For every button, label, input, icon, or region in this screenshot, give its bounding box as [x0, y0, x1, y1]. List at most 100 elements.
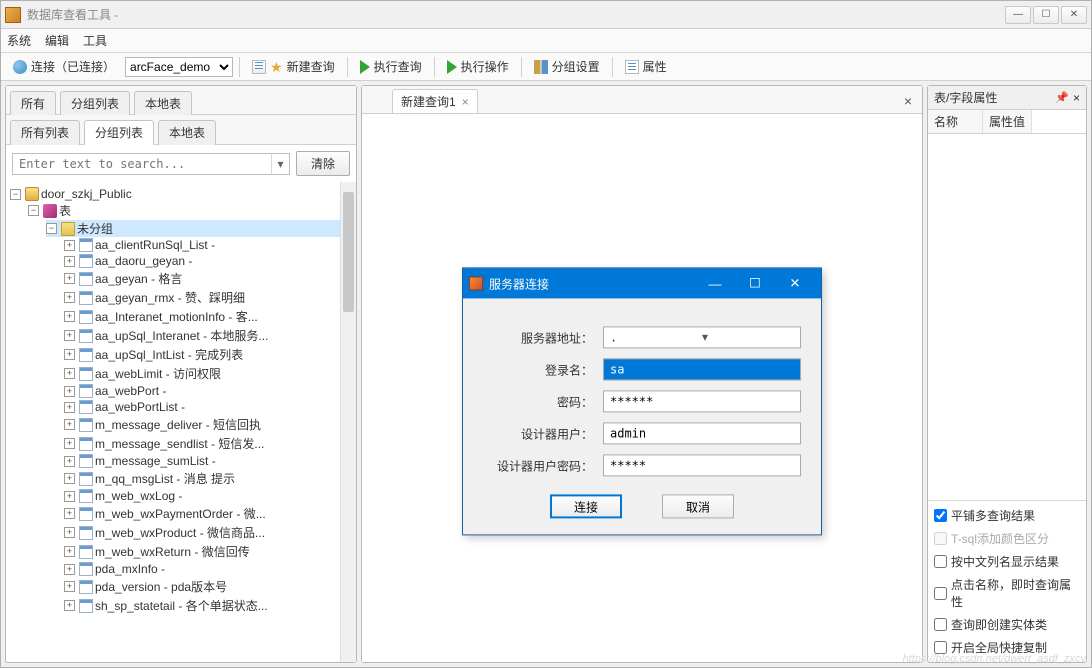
close-button[interactable]: ✕ — [1061, 6, 1087, 24]
menu-tools[interactable]: 工具 — [83, 32, 107, 49]
table-icon — [79, 291, 93, 305]
tree-table-item[interactable]: +aa_webLimit - 访问权限 — [64, 365, 356, 382]
tab-new-query-1[interactable]: 新建查询1 × — [392, 89, 478, 113]
option-checkbox[interactable]: 按中文列名显示结果 — [934, 553, 1080, 570]
tree-table-item[interactable]: +aa_geyan - 格言 — [64, 270, 356, 287]
server-address-combo[interactable]: . ▼ — [603, 326, 801, 348]
properties-icon — [625, 60, 639, 74]
table-icon — [79, 367, 93, 381]
tree-table-item[interactable]: +m_web_wxLog - — [64, 489, 356, 503]
maximize-button[interactable]: ☐ — [1033, 6, 1059, 24]
tree-table-item[interactable]: +pda_version - pda版本号 — [64, 578, 356, 595]
dialog-titlebar[interactable]: 服务器连接 — ☐ ✕ — [463, 268, 821, 298]
properties-button[interactable]: 属性 — [619, 56, 673, 77]
table-icon — [79, 272, 93, 286]
clear-button[interactable]: 清除 — [296, 151, 350, 176]
menu-edit[interactable]: 编辑 — [45, 32, 69, 49]
option-checkbox[interactable]: 开启全局快捷复制 — [934, 639, 1080, 656]
dialog-title: 服务器连接 — [489, 275, 549, 292]
tree-table-item[interactable]: +aa_geyan_rmx - 赞、踩明细 — [64, 289, 356, 306]
dialog-maximize[interactable]: ☐ — [735, 272, 775, 294]
panel-close-icon[interactable]: × — [1073, 91, 1080, 105]
tree-table-item[interactable]: +m_message_sendlist - 短信发... — [64, 435, 356, 452]
tree-group-ungrouped[interactable]: −未分组 — [46, 220, 356, 237]
tab-local[interactable]: 本地表 — [134, 91, 192, 115]
tree-table-item[interactable]: +aa_Interanet_motionInfo - 客... — [64, 308, 356, 325]
folder-icon — [61, 222, 75, 236]
window-title: 数据库查看工具 - — [27, 6, 1005, 23]
tree-table-item[interactable]: +m_web_wxProduct - 微信商品... — [64, 524, 356, 541]
app-icon — [5, 7, 21, 23]
tree-table-item[interactable]: +m_message_sumList - — [64, 454, 356, 468]
pin-icon[interactable]: 📌 — [1055, 91, 1069, 104]
group-settings-button[interactable]: 分组设置 — [528, 56, 606, 77]
tree-wrapper[interactable]: −door_szkj_Public−表−未分组+aa_clientRunSql_… — [6, 182, 356, 662]
dialog-minimize[interactable]: — — [695, 272, 735, 294]
option-checkbox[interactable]: 平铺多查询结果 — [934, 507, 1080, 524]
exec-query-button[interactable]: 执行查询 — [354, 56, 428, 77]
search-row: ▾ 清除 — [6, 145, 356, 182]
checkbox-input[interactable] — [934, 509, 947, 522]
tree-table-item[interactable]: +sh_sp_statetail - 各个单据状态... — [64, 597, 356, 614]
database-select[interactable]: arcFace_demo — [125, 57, 233, 77]
tree-table-item[interactable]: +aa_upSql_Interanet - 本地服务... — [64, 327, 356, 344]
tree-table-item[interactable]: +m_qq_msgList - 消息 提示 — [64, 470, 356, 487]
designer-password-input[interactable] — [603, 454, 801, 476]
checkbox-input[interactable] — [934, 587, 947, 600]
dialog-close[interactable]: ✕ — [775, 272, 815, 294]
minimize-button[interactable]: — — [1005, 6, 1031, 24]
tree-table-item[interactable]: +m_web_wxPaymentOrder - 微... — [64, 505, 356, 522]
tree-table-item[interactable]: +pda_mxInfo - — [64, 562, 356, 576]
checkbox-label: 按中文列名显示结果 — [951, 553, 1059, 570]
login-input[interactable] — [603, 358, 801, 380]
table-icon — [79, 238, 93, 252]
col-value: 属性值 — [983, 110, 1032, 133]
option-checkbox: T-sql添加颜色区分 — [934, 530, 1080, 547]
tree-root[interactable]: −door_szkj_Public — [10, 187, 356, 201]
tree-table-item[interactable]: +m_web_wxReturn - 微信回传 — [64, 543, 356, 560]
cancel-button[interactable]: 取消 — [662, 494, 734, 518]
tree-scrollbar[interactable] — [340, 182, 356, 662]
checkbox-input[interactable] — [934, 555, 947, 568]
designer-user-input[interactable] — [603, 422, 801, 444]
tab-group-list-2[interactable]: 分组列表 — [84, 120, 154, 145]
exec-op-button[interactable]: 执行操作 — [441, 56, 515, 77]
tab-close-icon[interactable]: × — [462, 95, 469, 109]
left-sub-tabs: 所有列表 分组列表 本地表 — [6, 115, 356, 145]
refresh-icon — [13, 60, 27, 74]
tab-local-2[interactable]: 本地表 — [158, 120, 216, 145]
checkbox-input[interactable] — [934, 641, 947, 654]
tree-table-item[interactable]: +m_message_deliver - 短信回执 — [64, 416, 356, 433]
titlebar: 数据库查看工具 - — ☐ ✕ — [1, 1, 1091, 29]
checkbox-input[interactable] — [934, 618, 947, 631]
password-input[interactable] — [603, 390, 801, 412]
checkbox-input — [934, 532, 947, 545]
tree-table-item[interactable]: +aa_webPortList - — [64, 400, 356, 414]
close-all-tabs[interactable]: × — [898, 91, 918, 111]
login-label: 登录名： — [483, 361, 593, 378]
tree-tables[interactable]: −表 — [28, 202, 356, 219]
editor-body[interactable]: 服务器连接 — ☐ ✕ 服务器地址： . ▼ — [362, 114, 922, 662]
tree-table-item[interactable]: +aa_upSql_IntList - 完成列表 — [64, 346, 356, 363]
dialog-body: 服务器地址： . ▼ 登录名： 密码： — [463, 298, 821, 534]
option-checkbox[interactable]: 点击名称，即时查询属性 — [934, 576, 1080, 610]
checkbox-label: 查询即创建实体类 — [951, 616, 1047, 633]
tab-all-list[interactable]: 所有列表 — [10, 120, 80, 145]
tree-table-item[interactable]: +aa_clientRunSql_List - — [64, 238, 356, 252]
menubar: 系统 编辑 工具 — [1, 29, 1091, 53]
left-top-tabs: 所有 分组列表 本地表 — [6, 86, 356, 115]
table-icon — [79, 437, 93, 451]
tree-table-item[interactable]: +aa_daoru_geyan - — [64, 254, 356, 268]
tab-all[interactable]: 所有 — [10, 91, 56, 115]
connect-button[interactable]: 连接（已连接） — [7, 56, 121, 77]
search-input[interactable] — [13, 157, 271, 171]
menu-system[interactable]: 系统 — [7, 32, 31, 49]
tab-group-list[interactable]: 分组列表 — [60, 91, 130, 115]
search-dropdown[interactable]: ▾ — [271, 154, 289, 174]
tree-table-item[interactable]: +aa_webPort - — [64, 384, 356, 398]
new-query-button[interactable]: ★ 新建查询 — [246, 56, 341, 77]
option-checkbox[interactable]: 查询即创建实体类 — [934, 616, 1080, 633]
designer-password-label: 设计器用户密码： — [483, 457, 593, 474]
checkbox-label: 点击名称，即时查询属性 — [951, 576, 1080, 610]
connect-button[interactable]: 连接 — [550, 494, 622, 518]
